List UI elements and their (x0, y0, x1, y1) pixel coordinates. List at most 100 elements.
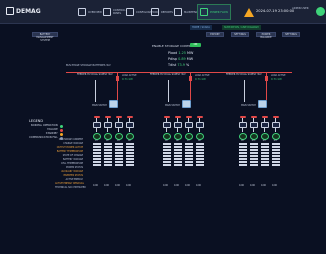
unit-values (114, 143, 123, 167)
connector-line (199, 128, 200, 132)
settings-button-2[interactable]: SETTINGS (282, 32, 300, 37)
feeder-3-switch[interactable] (258, 100, 267, 108)
feeder-2-breaker[interactable] (189, 76, 192, 81)
battery-unit[interactable]: B7 (184, 116, 193, 167)
battery-unit[interactable]: B5 (162, 116, 171, 167)
legend: LEGEND NORMAL OPERATION FAILURE STANDBY … (29, 119, 63, 140)
status-dot-icon (59, 128, 63, 132)
panel-icon (103, 8, 111, 16)
unit-bottom-value: 0.00 (163, 184, 168, 187)
monitor-icon (78, 8, 86, 16)
parameter-label: TECHNICAL SOC ESTIMATED (55, 186, 86, 189)
battery-unit[interactable]: B12 (271, 116, 280, 167)
feeder-2-switch[interactable] (182, 100, 191, 108)
battery-icon (260, 133, 269, 140)
battery-unit[interactable]: B11 (260, 116, 269, 167)
nav-configuration[interactable]: CONFIGURATION (126, 4, 158, 20)
feeder-1-switch[interactable] (109, 100, 118, 108)
power-icon[interactable] (316, 7, 325, 16)
battery-icon (184, 133, 193, 140)
unit-bottom-value: 0.00 (174, 184, 179, 187)
battery-unit[interactable]: B6 (173, 116, 182, 167)
feeder-2-switch-label: MAIN SWITCH (165, 104, 180, 107)
storage-control-label: ENABLE STORAGE CONTROL (152, 44, 195, 48)
unit-values (238, 143, 247, 167)
wrench-icon (174, 8, 182, 16)
battery-unit[interactable]: B10 (249, 116, 258, 167)
export-button[interactable]: EXPORT (206, 32, 224, 37)
logo-icon (6, 7, 14, 15)
feeder-2-power: 0.71 kW (195, 78, 206, 81)
unit-bottom-value: 0.00 (196, 184, 201, 187)
unit-values (249, 143, 258, 167)
connector-line (253, 128, 254, 132)
unit-label: B9 (241, 140, 244, 142)
bms-button[interactable]: BATTERY MANAGEMENT SYSTEM (32, 32, 58, 42)
connector-line (96, 128, 97, 132)
connector-line (188, 128, 189, 132)
feeder-1-status: LOAD ACTIVE (122, 74, 137, 77)
top-header: DEMAG OVERVIEW CONTROL PANEL CONFIGURATI… (0, 0, 326, 24)
battery-icon (249, 133, 258, 140)
unit-bottom-value: 0.00 (185, 184, 190, 187)
battery-icon (103, 133, 112, 140)
unit-label: B12 (273, 140, 278, 142)
feeder-1-breaker[interactable] (116, 76, 119, 81)
breadcrumb-current[interactable]: SUBSTATION / LINE DIAGRAM (222, 25, 261, 30)
unit-values (184, 143, 193, 167)
unit-values (195, 143, 204, 167)
unit-values (173, 143, 182, 167)
battery-unit[interactable]: B3 (114, 116, 123, 167)
battery-unit[interactable]: B9 (238, 116, 247, 167)
legend-title: LEGEND (29, 119, 43, 123)
connector-line (107, 128, 108, 132)
datetime: 2024-07-19 23:00:00 (256, 9, 295, 13)
unit-label: B4 (128, 140, 131, 142)
breadcrumb-home[interactable]: HOME / SCADA (190, 25, 212, 30)
feeder-1-power: 0.71 kW (122, 78, 133, 81)
nav-overview[interactable]: OVERVIEW (78, 4, 106, 20)
unit-label: B10 (251, 140, 256, 142)
power-balance-button[interactable]: POWER BALANCE (256, 32, 276, 39)
user-name[interactable]: ADMIN USER (292, 7, 309, 11)
connector-line (129, 128, 130, 132)
unit-label: B11 (262, 140, 267, 142)
unit-label: B1 (95, 140, 98, 142)
metric-tdist: Tdist 73.9 % (168, 63, 190, 67)
connector-line (166, 128, 167, 132)
battery-unit[interactable]: B1 (92, 116, 101, 167)
warning-icon[interactable] (244, 8, 254, 17)
unit-label: B2 (106, 140, 109, 142)
parameter-labels: DISCHARGE CURRENT CHARGE VOLTAGE OUTPUT PO… (55, 138, 86, 190)
battery-unit[interactable]: B4 (125, 116, 134, 167)
battery-unit[interactable]: B2 (103, 116, 112, 167)
connector-line (242, 128, 243, 132)
unit-values (260, 143, 269, 167)
metric-pdisp: Pdisp 0.89 MW (168, 57, 194, 61)
feeder-1-switch-label: MAIN SWITCH (92, 104, 107, 107)
logo: DEMAG (6, 7, 41, 15)
bus-label: BUS PHASE STORAGE BATTERIES 3kV (66, 64, 111, 67)
connector-line (177, 128, 178, 132)
battery-icon (271, 133, 280, 140)
unit-bottom-value: 0.00 (115, 184, 120, 187)
storage-control-toggle[interactable]: ON (190, 43, 201, 47)
feeder-2-branch (168, 80, 169, 102)
unit-bottom-value: 0.00 (126, 184, 131, 187)
unit-label: B3 (117, 140, 120, 142)
report-icon (151, 8, 159, 16)
unit-bottom-value: 0.00 (239, 184, 244, 187)
battery-unit[interactable]: B8 (195, 116, 204, 167)
unit-bottom-value: 0.00 (250, 184, 255, 187)
nav-power-flow[interactable]: POWER FLOW (197, 4, 231, 20)
unit-values (92, 143, 101, 167)
battery-icon (92, 133, 101, 140)
battery-icon (195, 133, 204, 140)
feeder-3-power: 0.71 kW (271, 78, 282, 81)
unit-label: B7 (187, 140, 190, 142)
settings-button[interactable]: SETTINGS (231, 32, 249, 37)
feeder-1-title: FEEDER HV DUAL SUPPLY 3kV (77, 73, 113, 76)
feeder-3-breaker[interactable] (265, 76, 268, 81)
unit-values (271, 143, 280, 167)
unit-bottom-value: 0.00 (93, 184, 98, 187)
